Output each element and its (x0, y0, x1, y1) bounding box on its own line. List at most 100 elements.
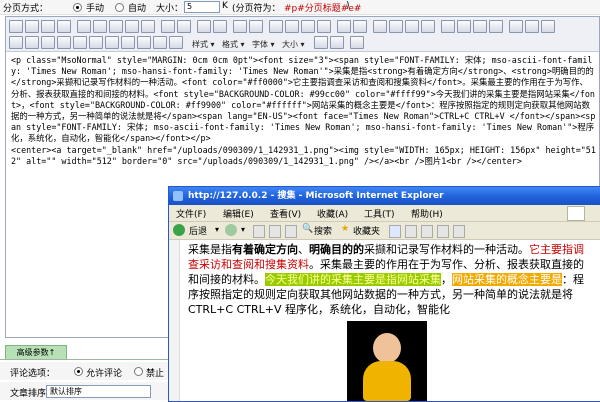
format-dropdown[interactable]: 格式 ▾ (222, 39, 245, 50)
rendered-article: 采集是指有着确定方向、明确目的的采撷和记录写作材料的一种活动。它主要指调查采访和… (188, 242, 586, 401)
undo-icon[interactable] (161, 20, 175, 33)
edit-icon[interactable] (437, 225, 449, 238)
indent-icon[interactable] (421, 20, 435, 33)
discuss-icon[interactable] (453, 225, 465, 238)
cut-icon[interactable] (77, 20, 91, 33)
paste-icon[interactable] (109, 20, 123, 33)
history-icon[interactable] (389, 225, 401, 238)
ie-menu-file[interactable]: 文件(F) (176, 207, 206, 220)
back-icon[interactable] (173, 224, 185, 236)
remove-format-icon[interactable] (249, 20, 263, 33)
favorites-icon[interactable]: ★ (341, 224, 349, 234)
replace-icon[interactable] (213, 20, 227, 33)
article-comma: ， (441, 273, 452, 286)
outdent-icon[interactable] (405, 20, 419, 33)
ordered-list-icon[interactable] (373, 20, 387, 33)
search-icon[interactable]: 🔍 (302, 224, 313, 234)
redo-icon[interactable] (177, 20, 191, 33)
align-left-icon[interactable] (441, 20, 455, 33)
code-icon[interactable] (137, 36, 151, 49)
ie-logo-icon (173, 191, 183, 201)
template-icon[interactable] (57, 20, 71, 33)
anchor-icon[interactable] (541, 20, 555, 33)
forward-icon[interactable] (225, 224, 237, 236)
image-icon[interactable] (9, 36, 23, 49)
stop-icon[interactable] (253, 225, 265, 238)
preview-icon[interactable] (41, 20, 55, 33)
article-image-wrap (188, 321, 586, 401)
italic-icon[interactable] (285, 20, 299, 33)
ie-menu-tools[interactable]: 工具(T) (364, 207, 395, 220)
table-icon[interactable] (57, 36, 71, 49)
allow-comment-radio[interactable] (74, 367, 83, 376)
allow-comment-label: 允许评论 (86, 369, 123, 379)
ie-menu-favorites[interactable]: 收藏(A) (317, 207, 348, 220)
media-icon[interactable] (41, 36, 55, 49)
strike-icon[interactable] (317, 20, 331, 33)
align-center-icon[interactable] (457, 20, 471, 33)
style-dropdown[interactable]: 样式 ▾ (192, 39, 215, 50)
page-symbol-label: (分页符为： (232, 4, 281, 14)
article-bold-2: 明确目的的 (309, 243, 364, 256)
unordered-list-icon[interactable] (389, 20, 403, 33)
manual-radio[interactable] (73, 3, 82, 12)
paste-word-icon[interactable] (141, 20, 155, 33)
source-icon[interactable] (9, 20, 23, 33)
search-label[interactable]: 搜索 (314, 224, 332, 237)
find-icon[interactable] (197, 20, 211, 33)
advanced-params-tab[interactable]: 高级参数↑ (5, 345, 67, 359)
multi-page-icon[interactable] (169, 36, 183, 49)
home-icon[interactable] (285, 225, 297, 238)
smiley-icon[interactable] (89, 36, 103, 49)
forward-dropdown-icon[interactable]: ▾ (241, 225, 245, 234)
font-dropdown[interactable]: 字体 ▾ (252, 39, 275, 50)
ie-menubar: 文件(F) 编辑(E) 查看(V) 收藏(A) 工具(T) 帮助(H) (169, 205, 600, 222)
html-source-text[interactable]: <p class="MsoNormal" style="MARGIN: 0cm … (11, 55, 596, 167)
paste-text-icon[interactable] (125, 20, 139, 33)
refresh-icon[interactable] (269, 225, 281, 238)
rule-icon[interactable] (73, 36, 87, 49)
page-size-input[interactable]: 5 (184, 1, 220, 13)
pagination-settings-row: 分页方式： 手动 自动 大小： 5 K (分页符为： #p#分页标题#e# ) (0, 0, 600, 15)
auto-radio[interactable] (115, 3, 124, 12)
print-icon[interactable] (421, 225, 433, 238)
select-all-icon[interactable] (233, 20, 247, 33)
unlink-icon[interactable] (525, 20, 539, 33)
link-icon[interactable] (509, 20, 523, 33)
article-image[interactable] (347, 321, 427, 401)
copy-icon[interactable] (93, 20, 107, 33)
text-color-icon[interactable] (314, 36, 328, 49)
bg-color-icon[interactable] (330, 36, 344, 49)
superscript-icon[interactable] (353, 20, 367, 33)
sort-select[interactable]: 默认排序 (46, 385, 151, 398)
align-justify-icon[interactable] (489, 20, 503, 33)
ie-title: http://127.0.0.2 - 搜集 - Microsoft Intern… (188, 191, 444, 201)
bold-icon[interactable] (269, 20, 283, 33)
ie-menu-edit[interactable]: 编辑(E) (223, 207, 254, 220)
ie-titlebar[interactable]: http://127.0.0.2 - 搜集 - Microsoft Intern… (169, 187, 600, 205)
article-text-2: 采撷和记录写作材料的一种活动。 (364, 243, 529, 256)
mail-icon[interactable] (405, 225, 417, 238)
favorites-label[interactable]: 收藏夹 (353, 224, 380, 237)
article-highlight-orange: 网站采集的概念主要是 (452, 273, 562, 286)
subscript-icon[interactable] (337, 20, 351, 33)
back-dropdown-icon[interactable]: ▾ (215, 225, 219, 234)
size-dropdown-label: 大小 (282, 40, 298, 49)
ie-menu-view[interactable]: 查看(V) (270, 207, 301, 220)
underline-icon[interactable] (301, 20, 315, 33)
flash-icon[interactable] (25, 36, 39, 49)
back-label[interactable]: 后退 (189, 224, 207, 237)
quote-icon[interactable] (153, 36, 167, 49)
size-label: 大小： (156, 4, 184, 14)
deny-comment-radio[interactable] (134, 367, 143, 376)
special-char-icon[interactable] (105, 36, 119, 49)
maximize-icon[interactable] (350, 36, 364, 49)
article-highlight-green: 今天我们讲的采集主要是指网站采集 (265, 273, 441, 286)
style-dropdown-label: 样式 (192, 40, 208, 49)
size-dropdown[interactable]: 大小 ▾ (282, 39, 305, 50)
page-break-icon[interactable] (121, 36, 135, 49)
save-icon[interactable] (25, 20, 39, 33)
ie-menu-help[interactable]: 帮助(H) (411, 207, 443, 220)
size-unit: K (222, 1, 228, 11)
align-right-icon[interactable] (473, 20, 487, 33)
